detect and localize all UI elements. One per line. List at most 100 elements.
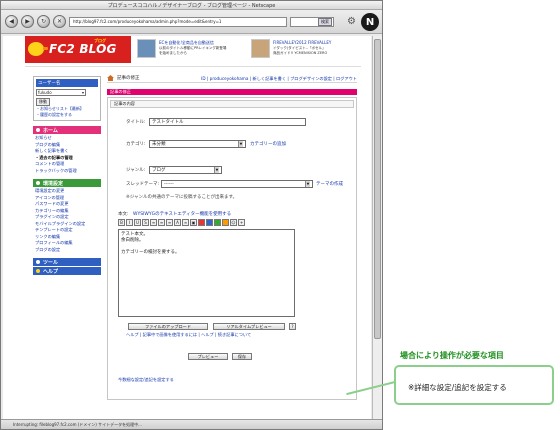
sidebar-item-trackbacks[interactable]: トラックバックの管理 <box>35 168 101 175</box>
top-links[interactable]: ID | produceyokohama | 新しく記事を書く | ブログデザイ… <box>201 76 357 82</box>
realtime-preview-button[interactable]: リアルタイムプレビュー <box>213 323 285 330</box>
user-select-value: fukudo <box>38 90 52 95</box>
wysiwyg-link[interactable]: WYSIWYGのテキストエディター機能を使用する <box>133 211 231 217</box>
logo-text: FC2 BLOG <box>49 42 117 56</box>
color-red-icon[interactable] <box>198 219 205 226</box>
link-icon[interactable]: ∞ <box>182 219 189 226</box>
genre-select-value: ブログ <box>152 168 166 173</box>
sidebar-item-blog-settings[interactable]: ブログの設定 <box>35 247 101 254</box>
user-select[interactable]: fukudo ▾ <box>36 89 86 96</box>
tools-icon[interactable]: ⚙ <box>347 16 356 27</box>
chevron-down-icon: ▼ <box>214 167 219 173</box>
section-settings[interactable]: 環境設定 <box>33 179 101 187</box>
breadcrumb: 記事の修正 ID | produceyokohama | 新しく記事を書く | … <box>107 74 357 83</box>
editor-toolbar: B I U S ≡ ≡ ≡ A ∞ ▣ ☺ + <box>118 219 295 227</box>
bold-icon[interactable]: B <box>118 219 125 226</box>
section-settings-title: 環境設定 <box>43 180 64 187</box>
section-help[interactable]: ヘルプ <box>33 267 101 275</box>
home-items: お知らせ ブログの編集 新しく記事を書く ・過去の記事の管理 コメントの管理 ト… <box>33 134 101 175</box>
url-bar[interactable]: http://blog97.fc2.com/produceyokohama/ad… <box>69 16 287 27</box>
font-size-icon[interactable]: A <box>174 219 181 226</box>
color-blue-icon[interactable] <box>206 219 213 226</box>
title-label: タイトル: <box>126 120 146 125</box>
genre-note: ※ジャンルの共通のテーマに投稿することが出来ます。 <box>126 195 238 200</box>
genre-select[interactable]: ブログ ▼ <box>149 166 222 174</box>
section-home-title: ホーム <box>43 127 58 134</box>
bullet-icon <box>36 128 40 132</box>
chevron-down-icon: ▾ <box>81 90 84 95</box>
panel-title: 記事の内容 <box>110 100 354 108</box>
stop-icon[interactable]: ✕ <box>53 15 66 28</box>
file-upload-button[interactable]: ファイルのアップロード <box>128 323 208 330</box>
section-tools-title: ツール <box>43 259 59 266</box>
ad-banner-1[interactable]: ECを自動化!全商品を自動送信 以前のタイトル移動にPRレイキング新登場 を始め… <box>137 39 245 61</box>
color-orange-icon[interactable] <box>222 219 229 226</box>
genre-label: ジャンル: <box>126 168 146 173</box>
save-button[interactable]: 保存 <box>232 353 252 360</box>
edit-panel: 記事の内容 タイトル: テストタイトル カテゴリ: 未分類 ▼ カテゴリーの追加… <box>107 97 357 400</box>
ad-image <box>137 39 156 58</box>
fc2-logo[interactable]: FC2 BLOG ブログ <box>25 36 131 63</box>
strike-icon[interactable]: S <box>142 219 149 226</box>
duck-icon <box>28 42 48 56</box>
sidebar: ユーザー名 fukudo ▾ 移動 ・お知らせリスト【最新】 ・履歴の設定をする… <box>33 76 101 275</box>
chevron-down-icon: ▼ <box>238 141 243 147</box>
header-banner: FC2 BLOG ブログ ECを自動化!全商品を自動送信 以前のタイトル移動にP… <box>25 36 361 67</box>
back-icon[interactable]: ◀ <box>5 15 18 28</box>
thread-select-value: ------ <box>164 181 174 187</box>
window-title: プロデュースココハルノデザイナーブログ - ブログ管理ページ - Netscap… <box>1 1 382 10</box>
vertical-scrollbar[interactable] <box>372 36 382 419</box>
search-box[interactable]: 検索 <box>290 16 334 27</box>
settings-items: 環境設定の変更 アイコンの管理 パスワードの変更 カテゴリーの編集 プラグインの… <box>33 187 101 254</box>
align-left-icon[interactable]: ≡ <box>150 219 157 226</box>
search-button[interactable]: 検索 <box>318 17 332 26</box>
category-select-value: 未分類 <box>152 142 166 147</box>
align-right-icon[interactable]: ≡ <box>166 219 173 226</box>
help-icon[interactable]: ? <box>289 323 296 330</box>
go-button[interactable]: 移動 <box>36 98 50 106</box>
more-icon[interactable]: + <box>238 219 245 226</box>
chevron-down-icon: ▼ <box>305 181 310 187</box>
title-input[interactable]: テストタイトル <box>149 118 306 126</box>
section-bar: 記事の修正 <box>107 89 357 95</box>
ad-banner-2[interactable]: FIREVALLEY2012 FIREVALLEY イダック(タイピスト..「ポ… <box>251 39 359 61</box>
reload-icon[interactable]: ↻ <box>37 15 50 28</box>
ad-text: 以前のタイトル移動にPRレイキング新登場 を始めましたから <box>159 46 227 55</box>
image-icon[interactable]: ▣ <box>190 219 197 226</box>
history-link[interactable]: ・履歴の設定をする <box>36 112 98 118</box>
category-label: カテゴリ: <box>126 142 146 147</box>
align-center-icon[interactable]: ≡ <box>158 219 165 226</box>
scroll-thumb[interactable] <box>374 39 381 339</box>
underline-icon[interactable]: U <box>134 219 141 226</box>
color-green-icon[interactable] <box>214 219 221 226</box>
bullet-icon <box>36 260 40 264</box>
forward-icon[interactable]: ▶ <box>21 15 34 28</box>
category-select[interactable]: 未分類 ▼ <box>149 140 246 148</box>
thread-select[interactable]: ------ ▼ <box>161 180 313 188</box>
browser-toolbar: ◀ ▶ ↻ ✕ http://blog97.fc2.com/produceyok… <box>1 10 382 34</box>
detail-settings-link[interactable]: 今数細な設定/追記を設定する <box>118 377 174 383</box>
status-bar: Interrupting: fileblog97.fc2.com (ドメイン) … <box>1 419 382 429</box>
category-add-link[interactable]: カテゴリーの追加 <box>250 141 286 147</box>
breadcrumb-text: 記事の修正 <box>117 76 140 81</box>
main-area: 記事の修正 ID | produceyokohama | 新しく記事を書く | … <box>107 74 357 400</box>
annotation-title: 場合により操作が必要な項目 <box>400 351 504 360</box>
preview-button[interactable]: プレビュー <box>188 353 228 360</box>
user-label: ユーザー名 <box>36 79 98 87</box>
thread-create-link[interactable]: テーマの作成 <box>316 181 343 187</box>
emoji-icon[interactable]: ☺ <box>230 219 237 226</box>
ad-text: イダック(タイピスト..「ポセル」 商品ガイド!! YCMENISION ZER… <box>273 46 328 55</box>
section-tools[interactable]: ツール <box>33 258 101 266</box>
ad-title: FIREVALLEY2012 FIREVALLEY <box>273 40 332 45</box>
home-icon <box>107 75 114 81</box>
body-textarea[interactable]: テスト本文。 余白削除。 カテゴリーの検討を要する。 <box>118 229 295 317</box>
browser-window: プロデュースココハルノデザイナーブログ - ブログ管理ページ - Netscap… <box>0 0 383 430</box>
body-line: カテゴリーの検討を要する。 <box>121 250 180 255</box>
page-content: FC2 BLOG ブログ ECを自動化!全商品を自動送信 以前のタイトル移動にP… <box>3 36 371 419</box>
help-links[interactable]: ヘルプ | 記事中で画像を使用するには | ヘルプ | 続き記事について <box>126 332 251 338</box>
section-help-title: ヘルプ <box>43 268 59 275</box>
logo-subtext: ブログ <box>94 38 106 43</box>
body-label: 本文: <box>118 212 129 217</box>
section-home[interactable]: ホーム <box>33 126 101 134</box>
italic-icon[interactable]: I <box>126 219 133 226</box>
